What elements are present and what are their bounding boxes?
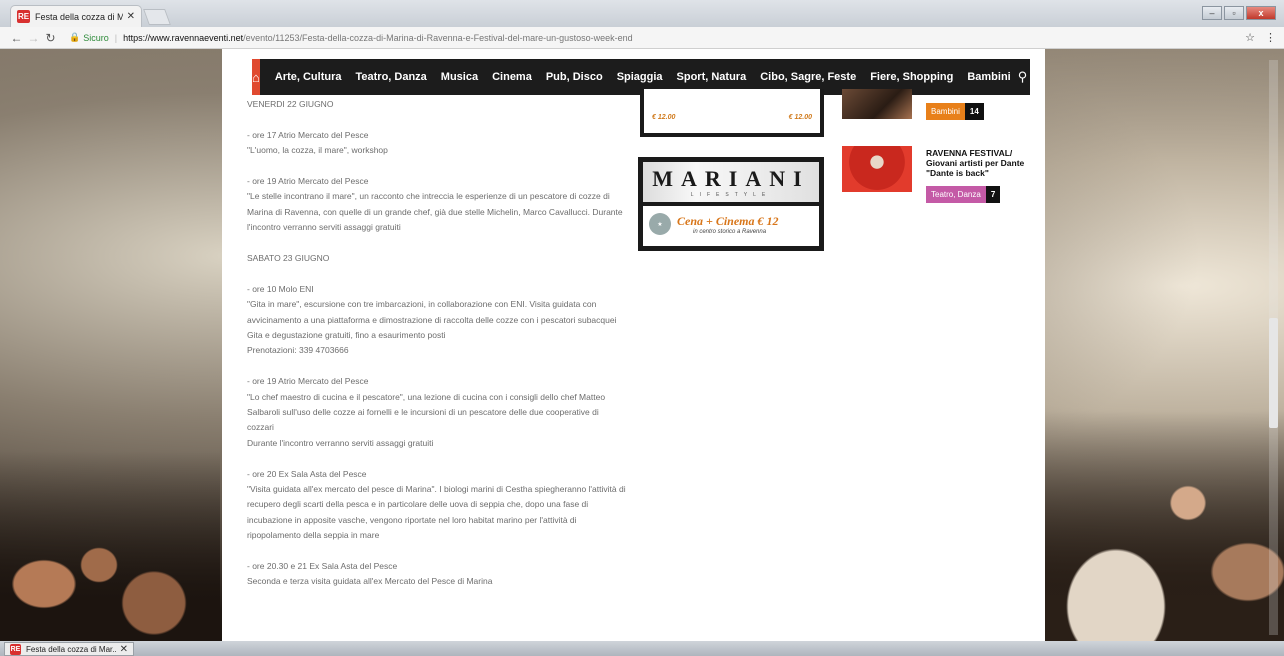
home-icon[interactable]: ⌂ [252,59,260,95]
event-thumbnail[interactable] [842,146,912,192]
back-arrow-icon[interactable]: ← [8,31,25,45]
tab-close-icon[interactable]: ✕ [120,644,128,655]
event-title[interactable]: RAVENNA FESTIVAL/ Giovani artisti per Da… [926,148,1036,178]
promo-subline: in centro storico a Ravenna [693,228,767,235]
address-separator: | [114,32,118,43]
event-count-badge: 7 [985,186,1001,203]
menu-dots-icon[interactable]: ⋮ [1265,31,1276,44]
maximize-button[interactable]: ▫ [1224,6,1244,20]
article-paragraph: - ore 20.30 e 21 Ex Sala Asta del Pesce … [247,561,493,587]
window-controls: – ▫ x [1202,6,1276,20]
tab-close-icon[interactable]: ✕ [127,11,135,22]
taskbar-tab[interactable]: RE Festa della cozza di Mar... ✕ [4,642,134,656]
new-tab-button[interactable] [143,9,171,25]
url-path: /evento/11253/Festa-della-cozza-di-Marin… [243,32,633,43]
sidebar-event[interactable]: Bambini 14 [842,79,1032,129]
category-tag[interactable]: Teatro, Danza [926,186,986,203]
article-paragraph: - ore 19 Atrio Mercato del Pesce "Lo che… [247,376,606,448]
ad-banner-mariani[interactable]: MARIANI LIFESTYLE ★ Cena + Cinema € 12 i… [638,157,824,251]
browser-tabstrip: RE Festa della cozza di Mar... ✕ – ▫ x [0,0,1284,27]
sidebar-event[interactable]: RAVENNA FESTIVAL/ Giovani artisti per Da… [842,146,1032,206]
reload-icon[interactable]: ↻ [42,31,59,45]
promo-logo-icon: ★ [649,213,671,235]
category-tag[interactable]: Bambini [926,103,965,120]
os-taskbar: RE Festa della cozza di Mar... ✕ [0,641,1284,656]
article-paragraph: - ore 10 Molo ENI "Gita in mare", escurs… [247,283,617,356]
url-host: https://www.ravennaeventi.net [123,32,244,43]
address-bar[interactable]: 🔒 Sicuro | https://www.ravennaeventi.net… [65,29,1237,46]
site-favicon-icon: RE [10,643,21,655]
nav-item-arte-cultura[interactable]: Arte, Cultura [268,71,349,83]
article-paragraph: - ore 20 Ex Sala Asta del Pesce "Visita … [247,468,626,541]
taskbar-tab-title: Festa della cozza di Mar... [26,644,116,654]
scrollbar-thumb[interactable] [1269,318,1278,428]
event-count-badge: 14 [964,103,984,120]
site-favicon-icon: RE [17,10,30,23]
article-paragraph: - ore 19 Atrio Mercato del Pesce "Le ste… [247,176,623,233]
mariani-logo: MARIANI [652,166,810,191]
nav-item-spiaggia[interactable]: Spiaggia [610,71,670,83]
nav-item-teatro-danza[interactable]: Teatro, Danza [348,71,433,83]
tab-title: Festa della cozza di Mar... [35,11,123,22]
article-paragraph: VENERDI 22 GIUGNO [247,99,334,109]
promo-headline: Cena + Cinema € 12 [677,213,779,228]
nav-item-musica[interactable]: Musica [434,71,485,83]
lock-icon: 🔒 [69,32,81,42]
minimize-button[interactable]: – [1202,6,1222,20]
article-body: VENERDI 22 GIUGNO - ore 17 Atrio Mercato… [247,97,627,605]
ad-price: € 12.00 [652,114,676,121]
crowd-hands-left [0,451,220,641]
forward-arrow-icon[interactable]: → [25,31,42,45]
main-content: ⌂ Arte, Cultura Teatro, Danza Musica Cin… [222,49,1045,641]
close-window-button[interactable]: x [1246,6,1276,20]
article-paragraph: - ore 17 Atrio Mercato del Pesce "L'uomo… [247,129,388,156]
ad-banner-top[interactable]: € 12.00 € 12.00 [640,89,824,137]
secure-label: Sicuro [83,32,109,43]
mariani-subtitle: LIFESTYLE [690,192,772,198]
crowd-hands-right [1044,411,1284,641]
nav-item-sport-natura[interactable]: Sport, Natura [670,71,754,83]
bookmark-star-icon[interactable]: ☆ [1245,31,1255,44]
nav-item-cinema[interactable]: Cinema [485,71,539,83]
nav-item-pub-disco[interactable]: Pub, Disco [539,71,610,83]
event-thumbnail[interactable] [842,89,912,119]
ad-price: € 12.00 [788,114,812,121]
article-paragraph: SABATO 23 GIUGNO [247,253,330,264]
browser-tab[interactable]: RE Festa della cozza di Mar... ✕ [10,5,142,27]
browser-toolbar: ← → ↻ 🔒 Sicuro | https://www.ravennaeven… [0,27,1284,49]
